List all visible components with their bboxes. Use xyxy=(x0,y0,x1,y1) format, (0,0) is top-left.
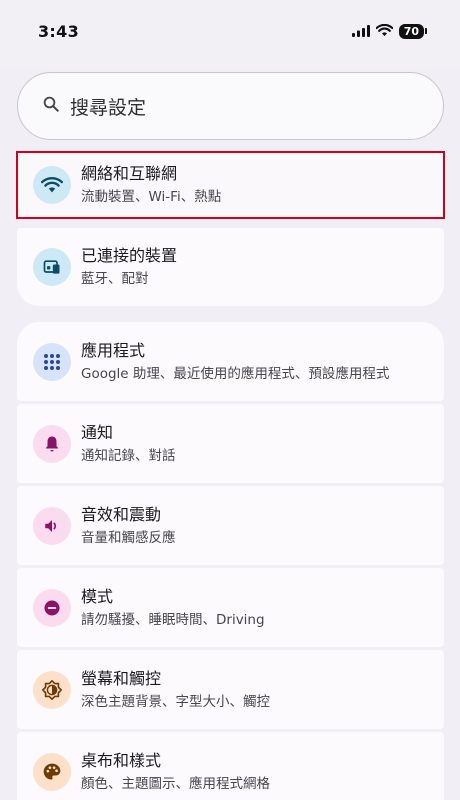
item-subtitle: 深色主題背景、字型大小、觸控 xyxy=(81,693,270,710)
item-title: 通知 xyxy=(81,422,114,442)
battery-icon: 70 xyxy=(398,24,428,39)
status-bar: 3:43 70 xyxy=(0,0,460,66)
item-title: 桌布和樣式 xyxy=(81,750,162,770)
item-subtitle: 通知記錄、對話 xyxy=(81,447,176,464)
volume-icon xyxy=(33,506,71,545)
settings-item-network[interactable]: 網絡和互聯網 流動裝置、Wi-Fi、熱點 xyxy=(17,153,444,217)
wifi-status-icon xyxy=(375,22,394,41)
item-subtitle: 流動裝置、Wi-Fi、熱點 xyxy=(81,189,222,205)
item-subtitle: 顏色、主題圖示、應用程式網格 xyxy=(81,775,270,792)
do-not-disturb-icon xyxy=(33,588,71,627)
connected-devices-icon xyxy=(33,248,71,286)
settings-item-wallpaper[interactable]: 桌布和樣式 顏色、主題圖示、應用程式網格 xyxy=(17,732,444,800)
settings-item-notifications[interactable]: 通知 通知記錄、對話 xyxy=(17,404,444,483)
status-icons: 70 xyxy=(351,22,428,41)
palette-icon xyxy=(33,752,71,791)
item-subtitle: 藍牙、配對 xyxy=(81,271,149,287)
settings-screen: 3:43 70 搜尋設定 網絡和互聯網 流動裝置、Wi-Fi、熱點 已連接的裝置… xyxy=(0,0,460,800)
wifi-icon xyxy=(33,166,71,204)
brightness-icon xyxy=(33,670,71,709)
status-time: 3:43 xyxy=(38,22,79,41)
item-title: 網絡和互聯網 xyxy=(81,164,178,183)
item-subtitle: 請勿騷擾、睡眠時間、Driving xyxy=(81,611,265,628)
settings-item-apps[interactable]: 應用程式 Google 助理、最近使用的應用程式、預設應用程式 xyxy=(17,322,444,401)
item-title: 音效和震動 xyxy=(81,504,162,524)
search-settings-bar[interactable]: 搜尋設定 xyxy=(17,72,444,140)
item-title: 已連接的裝置 xyxy=(81,246,178,265)
settings-item-connected-devices[interactable]: 已連接的裝置 藍牙、配對 xyxy=(17,228,444,306)
apps-grid-icon xyxy=(33,342,71,381)
signal-icon xyxy=(351,22,370,41)
item-subtitle: Google 助理、最近使用的應用程式、預設應用程式 xyxy=(81,365,390,382)
settings-item-sound[interactable]: 音效和震動 音量和觸感反應 xyxy=(17,486,444,565)
search-icon xyxy=(42,95,60,117)
item-subtitle: 音量和觸感反應 xyxy=(81,529,176,546)
item-title: 螢幕和觸控 xyxy=(81,668,162,688)
item-title: 模式 xyxy=(81,586,114,606)
settings-item-modes[interactable]: 模式 請勿騷擾、睡眠時間、Driving xyxy=(17,568,444,647)
bell-icon xyxy=(33,424,71,463)
item-title: 應用程式 xyxy=(81,340,146,360)
settings-item-display[interactable]: 螢幕和觸控 深色主題背景、字型大小、觸控 xyxy=(17,650,444,729)
search-placeholder: 搜尋設定 xyxy=(70,96,147,119)
